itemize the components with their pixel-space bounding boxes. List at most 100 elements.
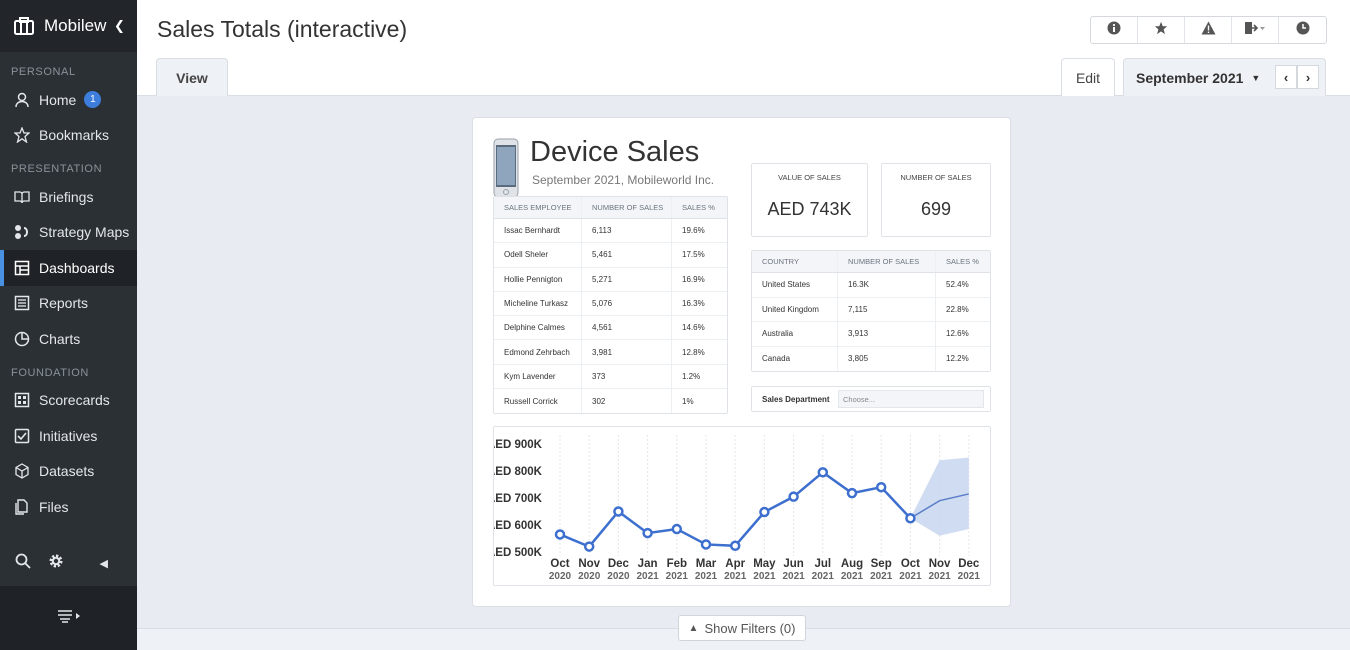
table-cell: Odell Sheler	[494, 243, 582, 267]
department-select[interactable]: Choose...	[838, 390, 984, 408]
data-point[interactable]	[905, 513, 916, 524]
x-tick-month: Dec	[958, 558, 980, 570]
kpi-label: NUMBER OF SALES	[900, 173, 972, 182]
y-tick-label: AED 600K	[494, 520, 543, 532]
period-selector[interactable]: September 2021 ▼ ‹ ›	[1123, 58, 1326, 96]
table-row[interactable]: United States 16.3K 52.4%	[752, 273, 990, 298]
cube-icon	[13, 462, 31, 480]
sidebar-item-home[interactable]: Home 1	[0, 82, 137, 118]
section-label-personal: PERSONAL	[11, 66, 76, 78]
table-cell: Micheline Turkasz	[494, 291, 582, 316]
dashboard-subtitle: September 2021, Mobileworld Inc.	[532, 173, 715, 187]
data-point[interactable]	[788, 491, 799, 502]
brand-bar[interactable]: Mobilew ❮	[0, 0, 137, 52]
kpi-label: VALUE OF SALES	[778, 173, 841, 182]
table-cell: 16.3%	[682, 299, 705, 309]
table-row[interactable]: Hollie Pennigton 5,271 16.9%	[494, 267, 727, 292]
data-point[interactable]	[613, 506, 624, 517]
kpi-number-of-sales[interactable]: NUMBER OF SALES 699	[881, 163, 991, 237]
sidebar-item-briefings[interactable]: Briefings	[0, 179, 137, 215]
table-row[interactable]: Issac Bernhardt 6,113 19.6%	[494, 219, 727, 244]
table-cell: 14.6%	[682, 323, 705, 333]
sidebar-item-reports[interactable]: Reports	[0, 286, 137, 322]
dashboard-card: Device Sales September 2021, Mobileworld…	[472, 117, 1011, 607]
table-cell: 16.9%	[682, 274, 705, 284]
sidebar-item-initiatives[interactable]: Initiatives	[0, 418, 137, 454]
x-tick-month: Jul	[814, 558, 831, 570]
table-row[interactable]: Edmond Zehrbach 3,981 12.8%	[494, 340, 727, 365]
x-tick-year: 2021	[841, 571, 864, 582]
briefcase-icon	[14, 17, 34, 35]
sidebar-item-label: Charts	[39, 330, 81, 347]
data-point[interactable]	[875, 481, 887, 493]
y-tick-label: AED 800K	[494, 466, 543, 478]
chevron-right-icon[interactable]: ›	[1297, 65, 1319, 89]
page-title: Sales Totals (interactive)	[157, 16, 408, 42]
table-cell: 1.2%	[682, 371, 701, 381]
alert-button[interactable]	[1185, 17, 1232, 43]
table-row[interactable]: Canada 3,805 12.2%	[752, 346, 990, 371]
column-header[interactable]: NUMBER OF SALES	[582, 197, 672, 218]
menu-expand-icon[interactable]	[56, 609, 82, 628]
column-header[interactable]: SALES %	[672, 197, 727, 218]
tab-edit[interactable]: Edit	[1061, 58, 1115, 96]
show-filters-button[interactable]: ▲ Show Filters (0)	[678, 615, 806, 641]
sidebar-item-scorecards[interactable]: Scorecards	[0, 383, 137, 419]
sidebar-footer	[0, 586, 137, 650]
column-header[interactable]: SALES %	[936, 251, 990, 272]
table-row[interactable]: Odell Sheler 5,461 17.5%	[494, 243, 727, 268]
table-cell: 3,805	[838, 346, 936, 371]
table-cell: 16.3K	[838, 273, 936, 297]
table-cell: Hollie Pennigton	[494, 267, 582, 291]
table-cell: 22.8%	[946, 304, 969, 314]
table-row[interactable]: United Kingdom 7,115 22.8%	[752, 297, 990, 322]
data-point[interactable]	[729, 540, 741, 552]
sidebar: Mobilew ❮ PERSONAL Home 1 Bookmarks PRES…	[0, 0, 137, 650]
chevron-left-icon[interactable]: ‹	[1275, 65, 1297, 89]
table-cell: 1%	[682, 396, 694, 406]
data-point[interactable]	[846, 487, 858, 499]
notification-badge: 1	[84, 91, 102, 109]
column-header[interactable]: SALES EMPLOYEE	[494, 197, 582, 218]
data-point[interactable]	[817, 467, 829, 478]
sidebar-item-files[interactable]: Files	[0, 489, 137, 525]
gear-icon[interactable]	[48, 553, 64, 574]
column-header[interactable]: NUMBER OF SALES	[838, 251, 936, 272]
data-point[interactable]	[671, 523, 683, 535]
period-nav: ‹ ›	[1275, 65, 1319, 89]
bookmark-button[interactable]	[1138, 17, 1185, 43]
history-button[interactable]	[1279, 17, 1326, 43]
dashboard-icon	[13, 259, 31, 277]
section-label-foundation: FOUNDATION	[11, 366, 89, 379]
tab-view[interactable]: View	[156, 58, 228, 96]
search-icon[interactable]	[15, 553, 31, 574]
data-point[interactable]	[759, 506, 770, 518]
sidebar-item-label: Home	[39, 91, 77, 108]
star-icon	[1154, 21, 1168, 40]
collapse-left-icon[interactable]: ◀	[100, 557, 108, 570]
table-row[interactable]: Micheline Turkasz 5,076 16.3%	[494, 291, 727, 317]
sidebar-item-bookmarks[interactable]: Bookmarks	[0, 118, 137, 154]
x-tick-year: 2021	[928, 571, 951, 582]
sidebar-item-label: Bookmarks	[39, 127, 110, 144]
sidebar-item-charts[interactable]: Charts	[0, 321, 137, 357]
sidebar-item-strategy-maps[interactable]: Strategy Maps	[0, 215, 137, 251]
column-header[interactable]: COUNTRY	[752, 251, 838, 272]
data-point[interactable]	[583, 541, 595, 552]
data-point[interactable]	[554, 529, 566, 540]
sidebar-item-label: Dashboards	[39, 259, 115, 276]
export-button[interactable]	[1232, 17, 1279, 43]
data-point[interactable]	[700, 539, 712, 550]
data-point[interactable]	[642, 527, 653, 539]
table-row[interactable]: Kym Lavender 373 1.2%	[494, 364, 727, 390]
table-row[interactable]: Delphine Calmes 4,561 14.6%	[494, 316, 727, 341]
info-icon	[1107, 21, 1121, 40]
info-button[interactable]	[1091, 17, 1138, 43]
sidebar-item-dashboards[interactable]: Dashboards	[0, 250, 137, 286]
table-row[interactable]: Russell Corrick 302 1%	[494, 389, 727, 414]
kpi-value-of-sales[interactable]: VALUE OF SALES AED 743K	[751, 163, 868, 237]
table-row[interactable]: Australia 3,913 12.6%	[752, 322, 990, 347]
chevron-left-icon[interactable]: ❮	[114, 18, 125, 34]
sidebar-item-datasets[interactable]: Datasets	[0, 454, 137, 490]
x-tick-month: Nov	[578, 558, 600, 570]
